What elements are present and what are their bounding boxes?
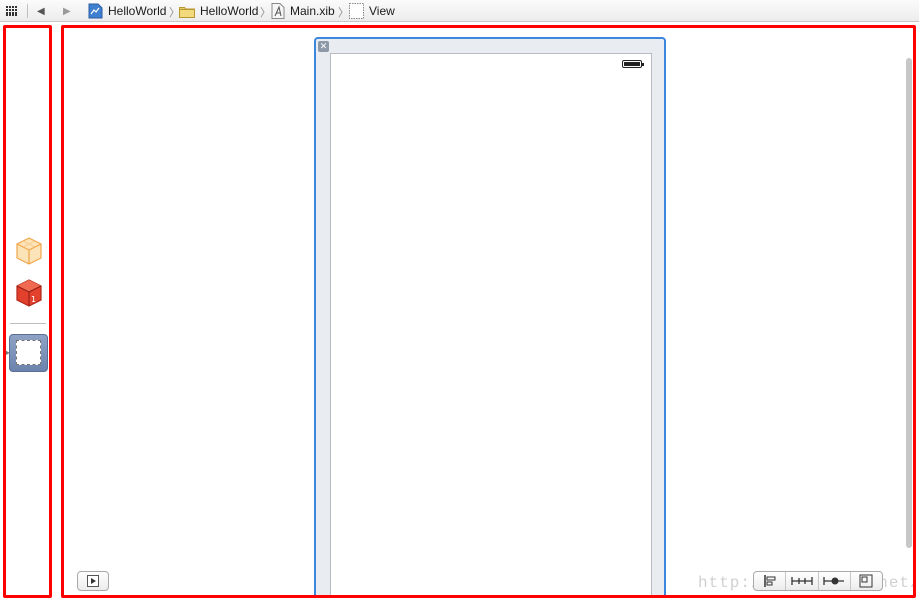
close-icon[interactable]: ✕: [318, 41, 329, 52]
simulated-metrics-icon: [87, 575, 99, 587]
simulated-metrics-button[interactable]: [77, 571, 109, 591]
jump-bar-divider: [27, 4, 28, 18]
view-object-icon: [16, 340, 41, 365]
forward-arrow-icon: ▶: [63, 5, 71, 17]
forward-button[interactable]: ▶: [63, 0, 71, 22]
pin-icon: [791, 577, 813, 585]
jump-bar: ◀ ▶ HelloWorld 〉 HelloWorld 〉 Main.xib 〉…: [0, 0, 919, 22]
resolve-icon: [823, 577, 845, 585]
back-arrow-icon: ◀: [37, 5, 45, 17]
chevron-right-icon: 〉: [260, 7, 271, 19]
vertical-scrollbar[interactable]: [906, 58, 912, 548]
crumb-label: HelloWorld: [108, 4, 167, 18]
crumb-label: View: [369, 4, 395, 18]
related-items-button[interactable]: [6, 0, 19, 22]
resizing-icon: [859, 574, 873, 588]
chevron-right-icon: 〉: [338, 7, 349, 19]
resizing-button[interactable]: [851, 572, 882, 590]
crumb-label: Main.xib: [290, 4, 335, 18]
view-canvas[interactable]: [330, 53, 652, 595]
align-button[interactable]: [754, 572, 787, 590]
crumb-label: HelloWorld: [200, 4, 259, 18]
project-icon: [88, 3, 103, 19]
interface-builder-canvas[interactable]: ✕ http://blog.csdn.net/: [61, 25, 916, 598]
first-responder-cube-icon: 1: [16, 279, 42, 307]
crumb-group[interactable]: HelloWorld: [179, 0, 258, 22]
back-button[interactable]: ◀: [37, 0, 45, 22]
view-frame[interactable]: ✕: [314, 37, 666, 595]
crumb-view[interactable]: View: [349, 0, 395, 22]
xib-file-icon: [271, 3, 285, 19]
align-icon: [763, 575, 776, 587]
view-icon: [349, 3, 364, 19]
dock-item-view[interactable]: [9, 334, 48, 372]
battery-icon: [622, 60, 644, 68]
grid-icon: [6, 6, 17, 16]
dock-item-files-owner[interactable]: [15, 236, 43, 269]
resolve-button[interactable]: [819, 572, 851, 590]
crumb-file[interactable]: Main.xib: [271, 0, 335, 22]
svg-text:1: 1: [31, 295, 36, 304]
auto-layout-toolbar: [753, 571, 883, 591]
crumb-project[interactable]: HelloWorld: [88, 0, 166, 22]
document-outline-dock: 1 ▸: [3, 25, 52, 598]
pin-button[interactable]: [786, 572, 819, 590]
folder-icon: [179, 6, 195, 18]
dock-item-first-responder[interactable]: 1: [15, 278, 43, 311]
files-owner-cube-icon: [16, 237, 42, 265]
dock-divider: [10, 323, 46, 324]
